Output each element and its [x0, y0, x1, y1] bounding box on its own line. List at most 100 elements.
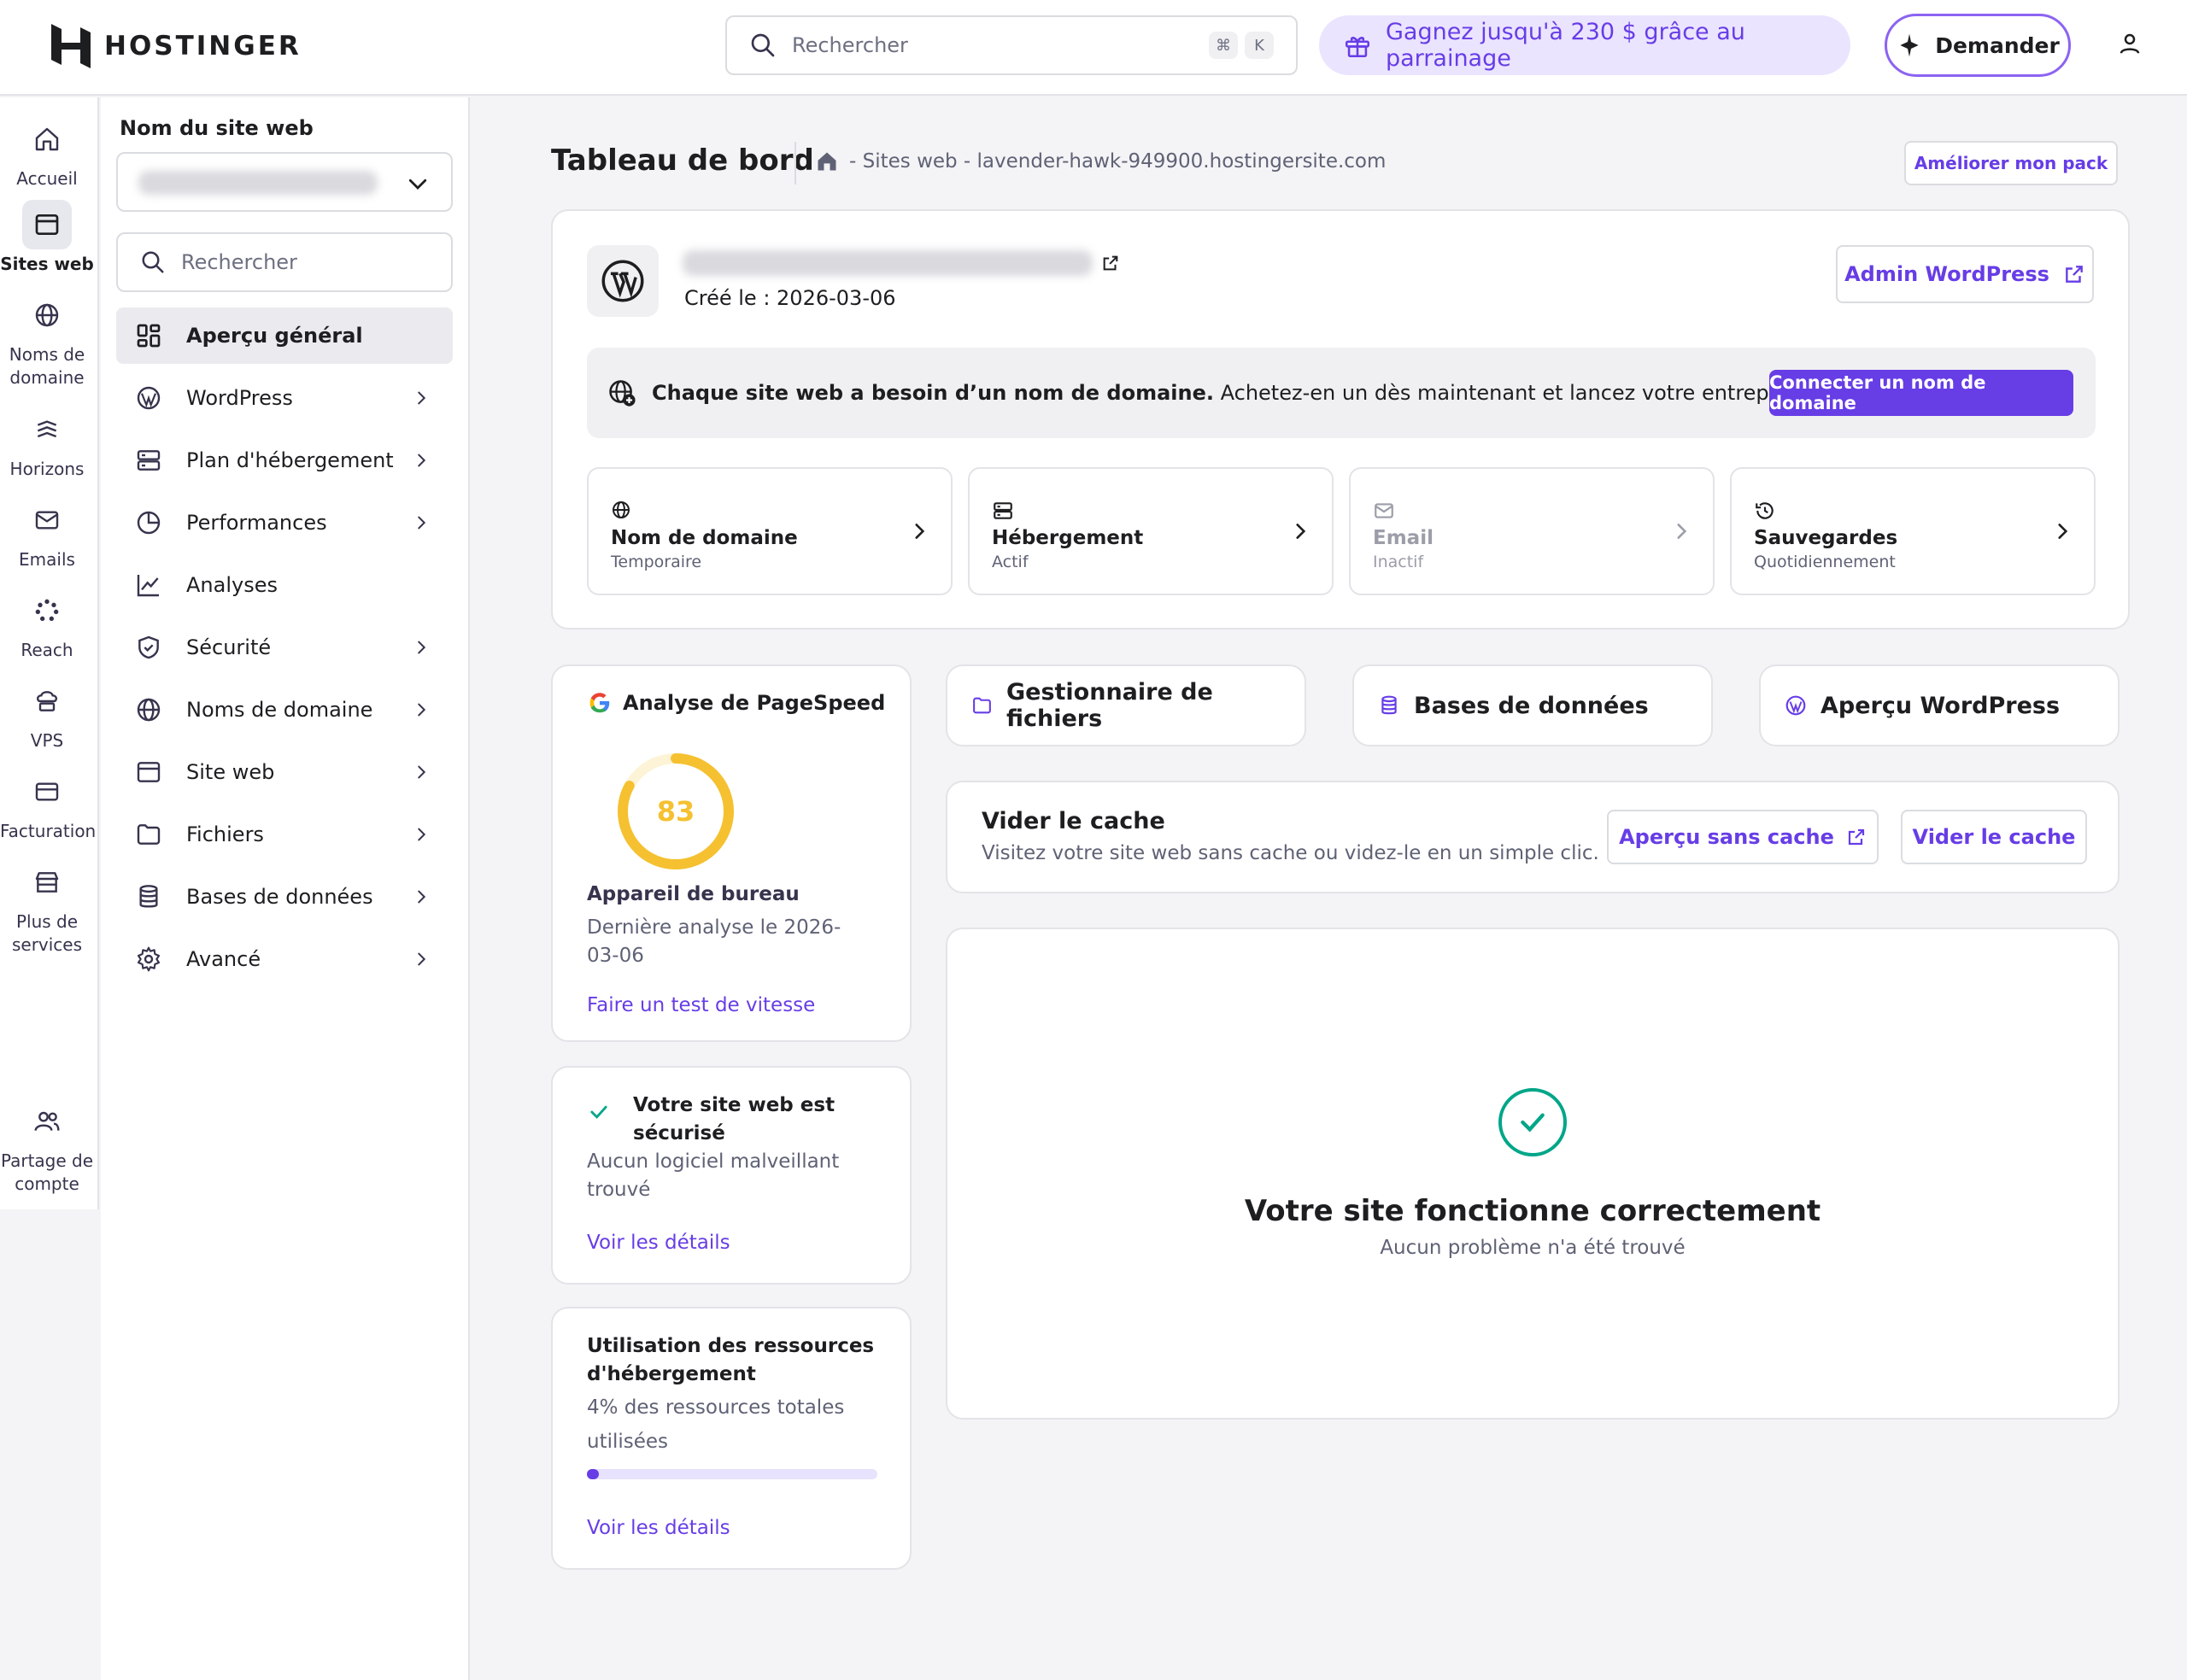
nav-item-databases[interactable]: Bases de données — [116, 869, 453, 925]
rail-item-vps[interactable]: VPS — [0, 676, 94, 752]
resources-details-link[interactable]: Voir les détails — [587, 1517, 730, 1539]
wordpress-icon — [1785, 695, 1806, 716]
speed-test-link[interactable]: Faire un test de vitesse — [587, 994, 815, 1016]
chevron-right-icon — [915, 524, 925, 539]
chevron-right-icon — [418, 765, 426, 779]
nav-item-label: Sécurité — [186, 635, 272, 659]
cache-subtitle: Visitez votre site web sans cache ou vid… — [982, 842, 1599, 864]
preview-no-cache-button[interactable]: Aperçu sans cache — [1607, 810, 1879, 864]
status-card-hosting[interactable]: Hébergement Actif — [968, 467, 1334, 595]
global-search-input[interactable]: Rechercher ⌘ K — [725, 15, 1298, 75]
external-link-icon[interactable] — [1101, 254, 1120, 272]
nav-item-analytics[interactable]: Analyses — [116, 557, 453, 613]
cloud-server-icon — [22, 676, 72, 726]
rail-item-more-services[interactable]: Plus de services — [0, 858, 94, 957]
external-link-icon — [1848, 828, 1864, 846]
globe-icon — [613, 501, 630, 518]
rail-item-home[interactable]: Accueil — [0, 114, 94, 190]
users-icon — [22, 1097, 72, 1146]
status-card-label: Sauvegardes — [1754, 527, 1898, 549]
rail-item-billing[interactable]: Facturation — [0, 767, 96, 843]
website-selector[interactable] — [116, 152, 453, 212]
chevron-right-icon — [418, 454, 426, 467]
search-placeholder: Rechercher — [792, 33, 908, 57]
file-manager-button[interactable]: Gestionnaire de fichiers — [946, 664, 1306, 746]
rail-label: VPS — [30, 730, 64, 751]
rail-label: Emails — [19, 549, 75, 570]
chevron-right-icon — [418, 828, 426, 841]
mail-icon — [22, 495, 72, 545]
connect-domain-button[interactable]: Connecter un nom de domaine — [1769, 370, 2073, 416]
globe-icon — [133, 694, 164, 725]
wordpress-logo-icon — [587, 245, 659, 317]
check-circle-icon — [1498, 1088, 1567, 1156]
nav-item-hosting-plan[interactable]: Plan d'hébergement — [116, 432, 453, 489]
nav-search-input[interactable]: Rechercher — [116, 232, 453, 292]
nav-item-files[interactable]: Fichiers — [116, 806, 453, 863]
domain-banner-rest: Achetez-en un dès maintenant et lancez v… — [1214, 381, 1814, 405]
nav-item-domains[interactable]: Noms de domaine — [116, 682, 453, 738]
status-card-sub: Inactif — [1373, 553, 1424, 571]
gear-icon — [133, 944, 164, 975]
referral-banner[interactable]: Gagnez jusqu'à 230 $ grâce au parrainage — [1319, 15, 1850, 75]
nav-item-wordpress[interactable]: WordPress — [116, 370, 453, 426]
chevron-right-icon — [418, 391, 426, 405]
chevron-down-icon — [408, 179, 427, 190]
rail-label: Horizons — [9, 459, 85, 479]
nav-item-label: WordPress — [186, 386, 293, 410]
rail-item-domains[interactable]: Noms de domaine — [0, 290, 94, 389]
nav-item-overview[interactable]: Aperçu général — [116, 307, 453, 364]
resources-progress-bar — [587, 1469, 877, 1479]
chevron-right-icon — [2058, 524, 2068, 539]
search-icon — [142, 251, 164, 273]
upgrade-plan-button[interactable]: Améliorer mon pack — [1904, 141, 2118, 185]
resources-title: Utilisation des ressources d'hébergement — [587, 1335, 875, 1385]
security-card: Votre site web est sécurisé Aucun logici… — [551, 1066, 912, 1285]
status-card-backups[interactable]: Sauvegardes Quotidiennement — [1730, 467, 2096, 595]
status-card-email[interactable]: Email Inactif — [1349, 467, 1715, 595]
rail-item-emails[interactable]: Emails — [0, 495, 94, 571]
cache-card: Vider le cache Visitez votre site web sa… — [946, 781, 2120, 893]
nav-item-label: Noms de domaine — [186, 698, 373, 722]
domain-banner-text: Chaque site web a besoin d’un nom de dom… — [652, 381, 1813, 405]
blurred-site-url[interactable] — [683, 250, 1093, 276]
pagespeed-title: Analyse de PageSpeed — [587, 690, 885, 716]
clear-cache-button[interactable]: Vider le cache — [1901, 810, 2087, 864]
breadcrumb: - Sites web - lavender-hawk-949900.hosti… — [815, 149, 1386, 173]
rail-item-horizons[interactable]: Horizons — [0, 405, 94, 481]
rail-item-reach[interactable]: Reach — [0, 586, 94, 662]
status-card-domain[interactable]: Nom de domaine Temporaire — [587, 467, 953, 595]
nav-item-security[interactable]: Sécurité — [116, 619, 453, 676]
website-name-label: Nom du site web — [120, 116, 314, 140]
ai-sparkle-icon — [1900, 33, 1919, 57]
site-health-card: Votre site fonctionne correctement Aucun… — [946, 928, 2120, 1420]
nav-item-advanced[interactable]: Avancé — [116, 931, 453, 987]
chevron-right-icon — [418, 890, 426, 904]
google-icon — [589, 693, 610, 713]
server-icon — [994, 502, 1012, 519]
home-icon[interactable] — [815, 149, 839, 173]
shortcut-k-key: K — [1245, 32, 1274, 59]
database-icon — [1381, 695, 1397, 715]
rail-item-account-sharing[interactable]: Partage de compte — [0, 1097, 94, 1196]
nav-item-label: Site web — [186, 760, 275, 784]
hostinger-logo[interactable]: HOSTINGER — [51, 24, 302, 68]
rail-item-websites[interactable]: Sites web — [0, 200, 94, 276]
card-icon — [22, 767, 72, 817]
databases-button[interactable]: Bases de données — [1352, 664, 1713, 746]
ask-ai-button[interactable]: Demander — [1885, 14, 2071, 77]
wordpress-admin-button[interactable]: Admin WordPress — [1836, 245, 2094, 303]
rail-label: Accueil — [16, 168, 78, 189]
user-account-icon[interactable] — [2117, 31, 2143, 60]
security-details-link[interactable]: Voir les détails — [587, 1232, 730, 1254]
database-icon — [133, 881, 164, 912]
nav-item-website[interactable]: Site web — [116, 744, 453, 800]
wordpress-preview-button[interactable]: Aperçu WordPress — [1759, 664, 2120, 746]
main-nav-rail: Accueil Sites web Noms de domaine Horizo… — [0, 97, 99, 1209]
tool-label: Bases de données — [1414, 692, 1649, 719]
gift-icon — [1345, 37, 1370, 58]
preview-no-cache-label: Aperçu sans cache — [1619, 825, 1834, 849]
globe-icon — [22, 290, 72, 340]
nav-item-performance[interactable]: Performances — [116, 495, 453, 551]
rail-label: Noms de domaine — [9, 344, 85, 388]
